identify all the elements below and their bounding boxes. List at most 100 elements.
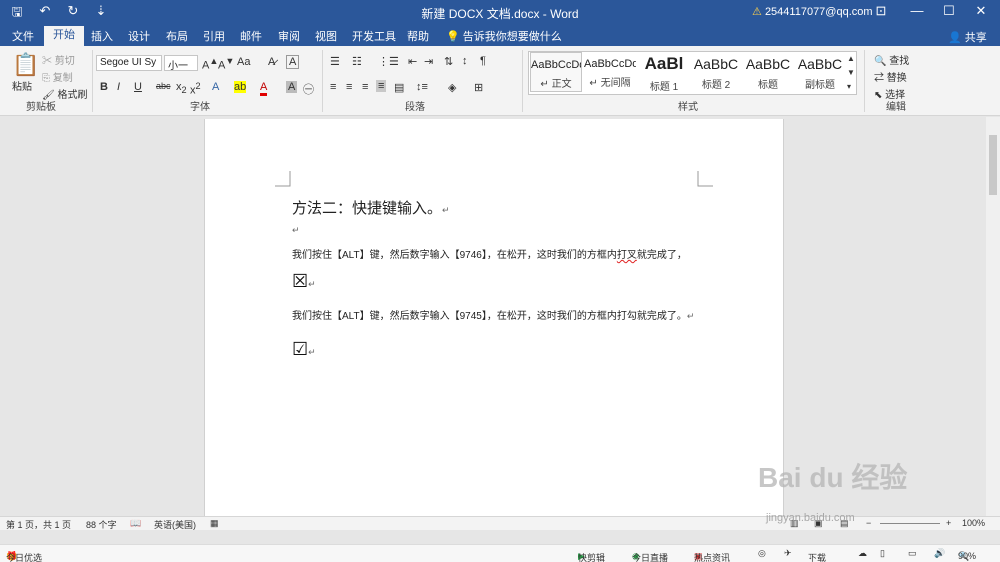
char-shading-icon[interactable]: A bbox=[286, 81, 298, 93]
tablet-icon[interactable]: ▯ bbox=[880, 548, 885, 559]
document-heading[interactable]: 方法二：快捷键输入。↵ bbox=[292, 197, 450, 218]
italic-icon[interactable]: I bbox=[117, 81, 120, 93]
browser-icon[interactable]: ◎ bbox=[758, 548, 766, 559]
highlight-icon[interactable]: ab bbox=[234, 81, 247, 93]
macro-icon[interactable]: ▦ bbox=[210, 518, 219, 529]
superscript-icon[interactable]: x2 bbox=[190, 81, 201, 97]
style-no-spacing[interactable]: AaBbCcDd ↵ 无间隔 bbox=[584, 52, 636, 92]
tab-references[interactable]: 引用 bbox=[197, 28, 231, 44]
group-divider bbox=[322, 50, 323, 112]
subscript-icon[interactable]: x2 bbox=[176, 81, 187, 95]
replace-button[interactable]: ⇄ 替换 bbox=[874, 69, 907, 84]
show-marks-icon[interactable]: ¶ bbox=[480, 55, 486, 67]
decrease-indent-icon[interactable]: ⇤ bbox=[408, 55, 417, 68]
lightbulb-icon: 💡 bbox=[446, 31, 460, 43]
account-email[interactable]: ⚠ 2544117077@qq.com bbox=[752, 5, 873, 18]
tab-home[interactable]: 开始 bbox=[44, 26, 84, 46]
style-normal[interactable]: AaBbCcDd ↵ 正文 bbox=[530, 52, 582, 92]
share-button[interactable]: 👤 共享 bbox=[948, 29, 987, 45]
cursor-icon: ⬉ bbox=[874, 90, 883, 101]
sort-icon[interactable]: ↕ bbox=[462, 55, 468, 67]
document-page[interactable]: 方法二：快捷键输入。↵ ↵ 我们按住【ALT】键，然后数字输入【9746】，在松… bbox=[204, 119, 784, 516]
minimize-button[interactable]: — bbox=[902, 3, 932, 18]
sound-icon[interactable]: 🔊 bbox=[934, 548, 945, 559]
download-label: 下载 bbox=[808, 553, 827, 562]
shading-icon[interactable]: ◈ bbox=[448, 81, 456, 94]
tell-me-box[interactable]: 💡 告诉我你想要做什么 bbox=[440, 28, 568, 44]
align-center-icon[interactable]: ≡ bbox=[346, 81, 352, 93]
gallery-more-icon[interactable]: ▾ bbox=[847, 82, 851, 91]
word-count[interactable]: 88 个字 bbox=[86, 518, 117, 531]
gallery-scroll-up-icon[interactable]: ▲ bbox=[847, 54, 855, 63]
page-count[interactable]: 第 1 页，共 1 页 bbox=[6, 518, 71, 531]
ballot-box-x[interactable]: ☒↵ bbox=[292, 271, 316, 292]
line-spacing-icon[interactable]: ↕≡ bbox=[416, 81, 428, 93]
ribbon: 📋 粘贴 ✂ 剪切 ⎘ 复制 🖌 格式刷 剪贴板 Segoe UI Sy 小一 … bbox=[0, 46, 1000, 116]
find-button[interactable]: 🔍 查找 bbox=[874, 52, 909, 67]
scrollbar-thumb[interactable] bbox=[989, 135, 997, 195]
style-heading-2[interactable]: AaBbC 标题 2 bbox=[690, 52, 742, 92]
font-color-icon[interactable]: A bbox=[260, 81, 268, 96]
bold-icon[interactable]: B bbox=[100, 81, 108, 93]
paste-label[interactable]: 粘贴 bbox=[12, 78, 32, 93]
enclose-char-icon[interactable]: ㊀ bbox=[303, 81, 314, 97]
char-border-icon[interactable]: A bbox=[286, 55, 300, 69]
gallery-scroll-down-icon[interactable]: ▼ bbox=[847, 68, 855, 77]
cut-button[interactable]: ✂ 剪切 bbox=[42, 52, 75, 67]
bullets-icon[interactable]: ☰ bbox=[330, 55, 340, 68]
distributed-icon[interactable]: ▤ bbox=[394, 81, 404, 94]
spelling-flag: 打叉 bbox=[616, 250, 637, 261]
empty-paragraph[interactable]: ↵ bbox=[292, 225, 300, 236]
ribbon-display-options-icon[interactable]: ⊡ bbox=[866, 3, 896, 19]
font-family-select[interactable]: Segoe UI Sy bbox=[96, 55, 162, 71]
tab-mailings[interactable]: 邮件 bbox=[234, 28, 268, 44]
editing-group-label: 编辑 bbox=[886, 102, 906, 113]
pin-icon[interactable]: ✈ bbox=[784, 548, 792, 559]
increase-indent-icon[interactable]: ⇥ bbox=[424, 55, 433, 68]
style-sample: AaBbC bbox=[797, 56, 843, 72]
tab-review[interactable]: 审阅 bbox=[272, 28, 306, 44]
chinese-layout-icon[interactable]: ⇅ bbox=[444, 55, 453, 68]
tab-insert[interactable]: 插入 bbox=[85, 28, 119, 44]
proofing-icon[interactable]: 📖 bbox=[130, 518, 141, 529]
paragraph-1[interactable]: 我们按住【ALT】键，然后数字输入【9746】，在松开，这时我们的方框内打叉就完… bbox=[292, 246, 687, 261]
screen-icon[interactable]: ▭ bbox=[908, 548, 917, 559]
paragraph-mark: ↵ bbox=[308, 347, 316, 357]
watermark-text: Bai du 经验 bbox=[758, 462, 908, 493]
group-divider bbox=[92, 50, 93, 112]
strikethrough-icon[interactable]: abc bbox=[156, 81, 171, 91]
paragraph-group-label: 段落 bbox=[405, 102, 425, 113]
ballot-box-check[interactable]: ☑↵ bbox=[292, 339, 316, 360]
style-name: 标题 2 bbox=[701, 80, 731, 91]
style-title[interactable]: AaBbC 标题 bbox=[742, 52, 794, 92]
change-case-icon[interactable]: Aa bbox=[237, 56, 250, 68]
vertical-scrollbar[interactable] bbox=[986, 117, 1000, 516]
align-left-icon[interactable]: ≡ bbox=[330, 81, 336, 93]
tab-design[interactable]: 设计 bbox=[122, 28, 156, 44]
numbering-icon[interactable]: ☷ bbox=[352, 55, 362, 68]
maximize-button[interactable]: ☐ bbox=[934, 3, 964, 19]
tab-layout[interactable]: 布局 bbox=[160, 28, 194, 44]
paragraph-2[interactable]: 我们按住【ALT】键，然后数字输入【9745】，在松开，这时我们的方框内打勾就完… bbox=[292, 307, 694, 322]
text-effects-icon[interactable]: A bbox=[212, 81, 219, 93]
multilevel-list-icon[interactable]: ⋮☰ bbox=[378, 55, 399, 68]
style-subtitle[interactable]: AaBbC 副标题 bbox=[794, 52, 846, 92]
language-indicator[interactable]: 英语(美国) bbox=[154, 518, 196, 531]
close-button[interactable]: ✕ bbox=[966, 3, 996, 19]
align-right-icon[interactable]: ≡ bbox=[362, 81, 368, 93]
cloud-icon[interactable]: ☁ bbox=[858, 548, 867, 559]
paste-icon[interactable]: 📋 bbox=[12, 52, 39, 78]
copy-button[interactable]: ⎘ 复制 bbox=[42, 69, 73, 84]
shrink-font-icon[interactable]: A▼ bbox=[218, 56, 234, 72]
underline-icon[interactable]: U bbox=[134, 81, 142, 93]
font-size-select[interactable]: 小一 bbox=[164, 55, 198, 71]
style-heading-1[interactable]: AaBl 标题 1 bbox=[638, 52, 690, 93]
tab-view[interactable]: 视图 bbox=[309, 28, 343, 44]
tab-file[interactable]: 文件 bbox=[6, 28, 40, 44]
tab-developer[interactable]: 开发工具 bbox=[346, 28, 402, 44]
clear-format-icon[interactable]: A̷ bbox=[268, 56, 275, 68]
tab-help[interactable]: 帮助 bbox=[401, 28, 435, 44]
borders-icon[interactable]: ⊞ bbox=[474, 81, 483, 94]
grow-font-icon[interactable]: A▲ bbox=[202, 56, 218, 72]
justify-icon[interactable]: ≡ bbox=[376, 80, 387, 92]
